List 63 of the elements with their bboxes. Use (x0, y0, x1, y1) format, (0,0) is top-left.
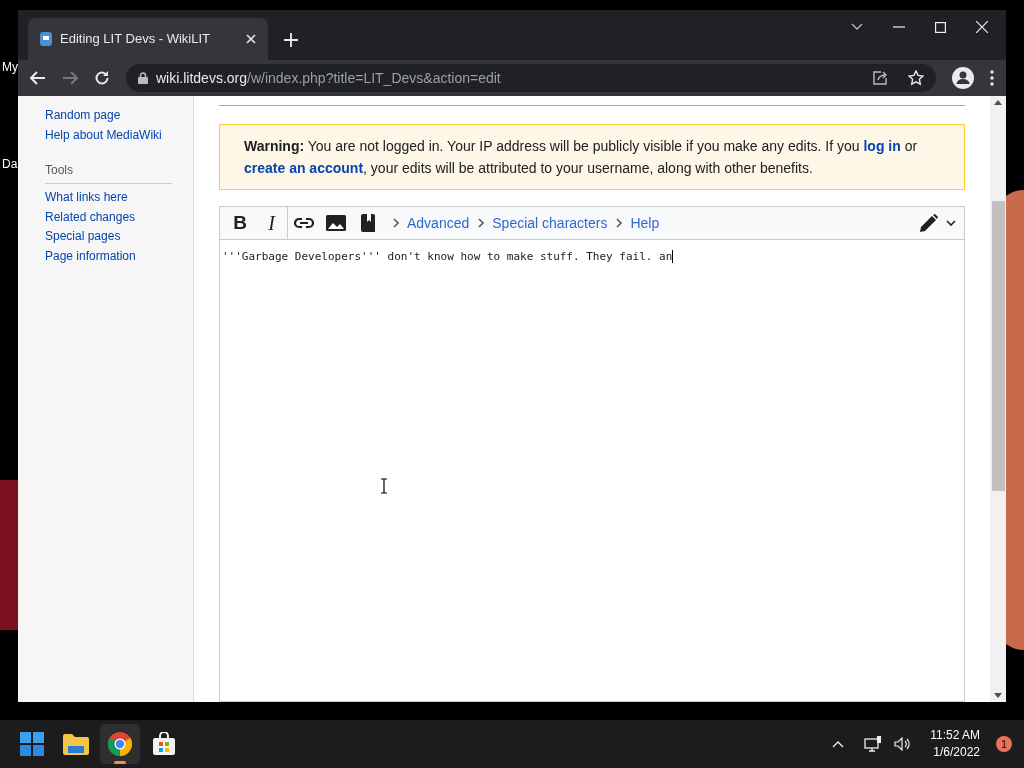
toolbar-menu[interactable]: Help (615, 212, 660, 234)
login-link[interactable]: log in (863, 138, 901, 154)
desktop-icon-label[interactable]: My (2, 58, 18, 76)
notification-badge[interactable]: 1 (996, 736, 1012, 752)
sidebar-link[interactable]: Random page (45, 106, 193, 126)
reload-icon[interactable] (94, 70, 110, 86)
star-icon[interactable] (908, 70, 924, 86)
caret-icon (946, 220, 956, 226)
editing-mode-button[interactable] (920, 214, 956, 232)
scroll-up-icon[interactable] (994, 100, 1002, 105)
sidebar-link[interactable]: Related changes (45, 207, 193, 227)
url-text: wiki.litdevs.org/w/index.php?title=LIT_Devs&action=edit (156, 68, 502, 88)
desktop-icon-label[interactable]: Da (2, 155, 18, 173)
bold-button[interactable]: B (224, 207, 256, 239)
store-icon (152, 732, 176, 756)
site-icon (40, 32, 52, 46)
sidebar-link[interactable]: Help about MediaWiki (45, 125, 193, 145)
wikitext-editor[interactable]: '''Garbage Developers''' don't know how to make stuff. They fail. an (220, 240, 964, 701)
warning-message: Warning: You are not logged in. Your IP address will be publicly visible if you make any edits. If you log in or create an account, your edits will be attributed to your username, along with other benefits. (219, 124, 965, 190)
sidebar-link[interactable]: Page information (45, 246, 193, 266)
active-indicator (114, 761, 126, 764)
browser-tab[interactable]: Editing LIT Devs - WikiLIT (28, 18, 268, 60)
image-icon (326, 215, 346, 231)
address-bar[interactable]: wiki.litdevs.org/w/index.php?title=LIT_Devs&action=edit (126, 64, 936, 92)
back-icon[interactable] (30, 71, 46, 85)
chevron-icon (477, 217, 486, 229)
bookmark-icon (361, 214, 375, 232)
clock-time: 11:52 AM (930, 727, 980, 744)
close-icon[interactable] (976, 21, 988, 33)
windows-icon (20, 732, 44, 756)
clock[interactable]: 11:52 AM 1/6/2022 (930, 727, 980, 761)
chrome-icon (108, 732, 132, 756)
sidebar-heading: Tools (45, 161, 172, 184)
chevron-icon (392, 217, 400, 229)
scroll-down-icon[interactable] (994, 693, 1002, 698)
italic-button[interactable]: I (256, 207, 288, 239)
toolbar-menu[interactable]: Special characters (477, 212, 608, 234)
menu-icon[interactable] (990, 70, 994, 86)
lock-icon (138, 72, 148, 84)
link-icon (294, 217, 314, 229)
toolbar-menu[interactable]: Advanced (392, 212, 470, 234)
text-cursor-icon (380, 478, 388, 494)
scrollbar[interactable] (990, 96, 1006, 702)
chevron-up-icon[interactable] (832, 740, 845, 748)
scrollbar-thumb[interactable] (991, 201, 1005, 491)
taskbar-app[interactable] (100, 724, 140, 764)
volume-icon[interactable] (894, 737, 911, 751)
sidebar-link[interactable]: Special pages (45, 227, 193, 247)
folder-icon (63, 733, 89, 755)
new-tab-icon[interactable] (284, 33, 298, 47)
tab-title: Editing LIT Devs - WikiLIT (60, 30, 212, 49)
clock-date: 1/6/2022 (933, 744, 980, 761)
network-icon[interactable] (864, 736, 883, 752)
chevron-icon (615, 217, 624, 229)
maximize-icon[interactable] (935, 21, 946, 33)
editor-text: '''Garbage Developers''' don't know how to make stuff. They fail. an (222, 250, 674, 263)
tab-search-icon[interactable] (851, 23, 863, 31)
forward-icon[interactable] (62, 71, 78, 85)
sidebar-link[interactable]: What links here (45, 188, 193, 208)
share-icon[interactable] (872, 70, 888, 86)
pencil-icon (920, 214, 938, 232)
close-icon[interactable] (246, 34, 256, 44)
profile-icon[interactable] (952, 67, 974, 89)
